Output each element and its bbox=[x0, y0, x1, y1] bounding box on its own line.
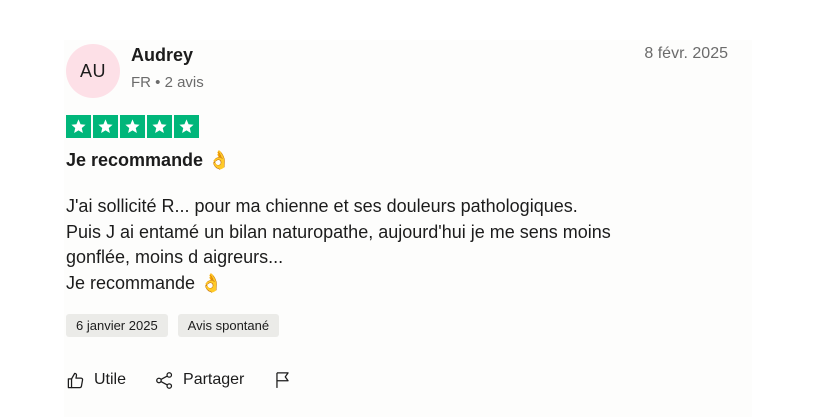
avatar[interactable]: AU bbox=[66, 44, 120, 98]
star-icon bbox=[93, 115, 118, 138]
star-icon bbox=[174, 115, 199, 138]
star-icon bbox=[66, 115, 91, 138]
thumbs-up-icon bbox=[66, 371, 85, 390]
report-button[interactable] bbox=[273, 370, 292, 390]
share-icon bbox=[155, 371, 174, 390]
author-name[interactable]: Audrey bbox=[131, 45, 193, 66]
review-actions: Utile Partager bbox=[66, 370, 321, 390]
spontaneous-review-tag: Avis spontané bbox=[177, 314, 280, 337]
author-meta: FR • 2 avis bbox=[131, 74, 204, 91]
flag-icon bbox=[273, 370, 292, 390]
star-rating bbox=[66, 115, 199, 138]
review-text-line: J'ai sollicité R... pour ma chienne et s… bbox=[66, 196, 578, 216]
review-text-line: gonflée, moins d aigreurs... bbox=[66, 247, 284, 267]
review-tags: 6 janvier 2025 Avis spontané bbox=[66, 314, 280, 337]
useful-button[interactable]: Utile bbox=[66, 371, 126, 390]
review-date: 8 févr. 2025 bbox=[644, 45, 728, 62]
useful-label: Utile bbox=[94, 371, 127, 388]
review-text-line: Je recommande 👌 bbox=[66, 272, 223, 293]
share-button[interactable]: Partager bbox=[155, 371, 244, 390]
share-label: Partager bbox=[183, 371, 245, 388]
review-text-line: Puis J ai entamé un bilan naturopathe, a… bbox=[66, 221, 611, 242]
star-icon bbox=[147, 115, 172, 138]
review-text: J'ai sollicité R... pour ma chienne et s… bbox=[66, 194, 726, 296]
star-icon bbox=[120, 115, 145, 138]
experience-date-tag: 6 janvier 2025 bbox=[66, 314, 168, 337]
review-title[interactable]: Je recommande 👌 bbox=[66, 150, 230, 171]
review-card: AU Audrey FR • 2 avis 8 févr. 2025 Je re… bbox=[0, 0, 834, 417]
